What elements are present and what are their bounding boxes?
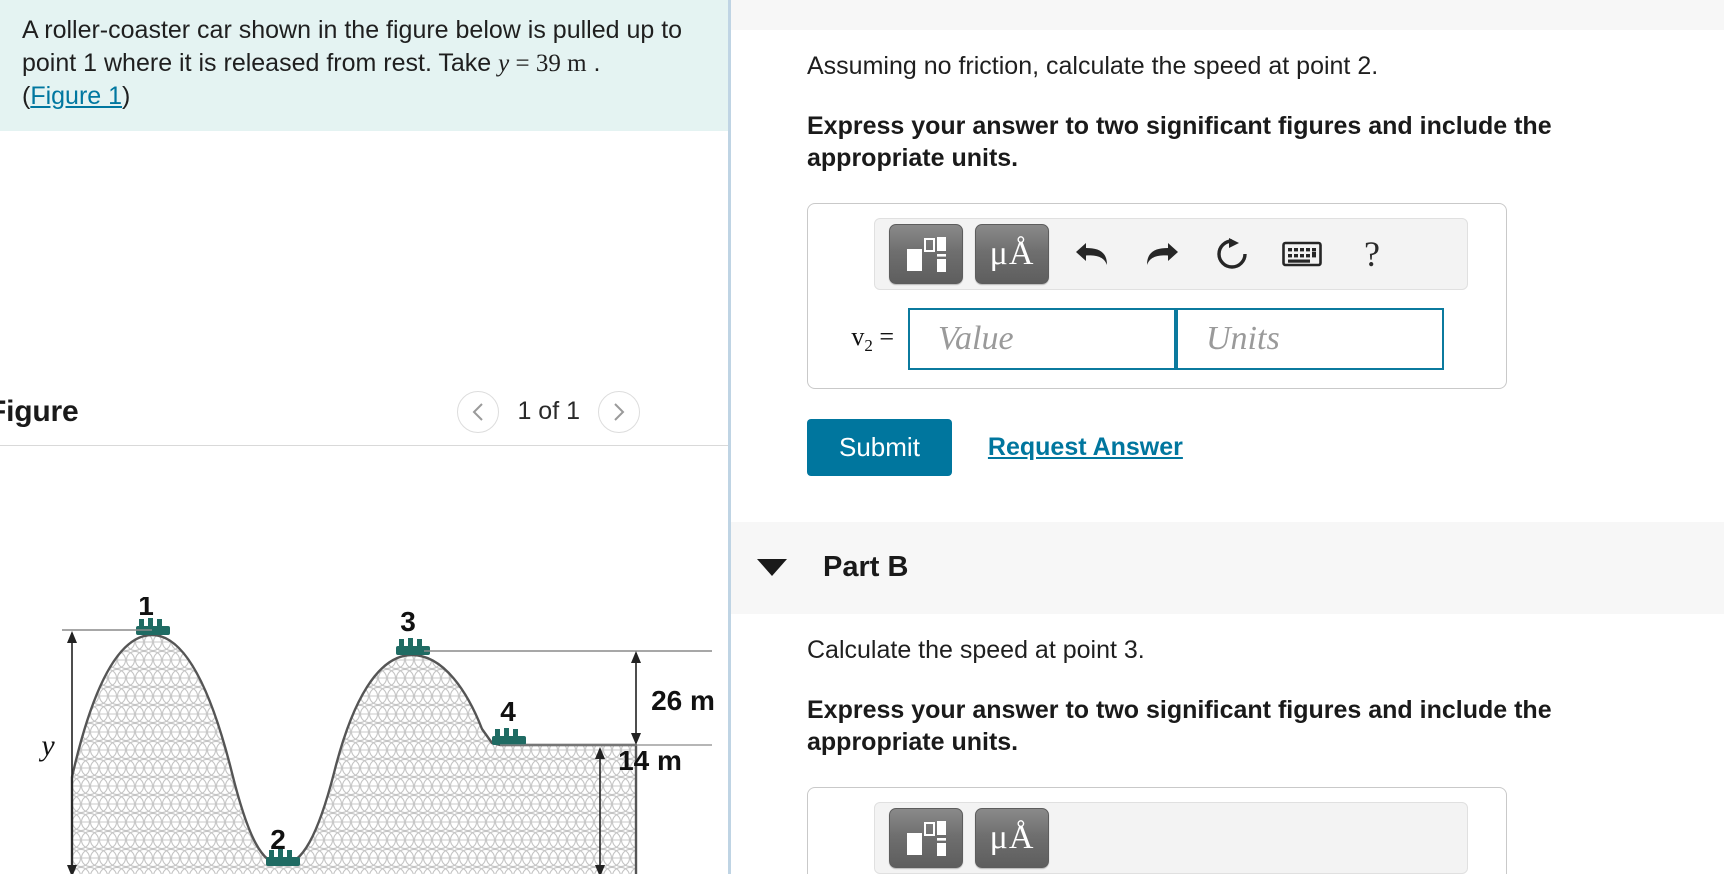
- reset-button[interactable]: [1201, 225, 1263, 283]
- part-a-answer-row: v2 = Value Units: [808, 307, 1506, 370]
- units-button-label: μÅ: [989, 234, 1035, 272]
- car-point-4: [492, 728, 526, 745]
- var-name: v: [851, 321, 865, 351]
- help-button[interactable]: ?: [1341, 225, 1403, 283]
- help-label: ?: [1364, 233, 1380, 274]
- figure-header: Figure 1 of 1: [0, 378, 728, 446]
- part-b-units-button[interactable]: μÅ: [975, 807, 1049, 868]
- part-b-header[interactable]: Part B: [731, 521, 1724, 614]
- 26m-arrow-bottom: [631, 733, 641, 745]
- dim-label-26m: 26 m: [651, 685, 715, 716]
- problem-statement: A roller-coaster car shown in the figure…: [0, 0, 728, 131]
- figure-navigation: 1 of 1: [457, 390, 640, 433]
- part-b-units-label: μÅ: [989, 818, 1035, 856]
- 26m-arrow-top: [631, 651, 641, 663]
- keyboard-button[interactable]: [1271, 225, 1333, 283]
- part-b-answer-box: μÅ: [807, 786, 1507, 874]
- figure-panel-title: Figure: [0, 394, 79, 428]
- units-placeholder: Units: [1206, 319, 1280, 357]
- terrain-path: [70, 633, 638, 874]
- problem-variable-y: y: [498, 49, 510, 77]
- undo-button[interactable]: [1061, 225, 1123, 283]
- figure-body: 1 2 3 4 y 26 m 14 m: [0, 447, 728, 874]
- submit-button[interactable]: Submit: [807, 418, 952, 476]
- chevron-down-icon[interactable]: [757, 559, 787, 577]
- problem-value: = 39: [509, 49, 568, 77]
- value-placeholder: Value: [938, 319, 1014, 357]
- figure-count-label: 1 of 1: [517, 397, 580, 425]
- keyboard-icon: [1282, 241, 1322, 267]
- problem-unit: m: [567, 49, 587, 77]
- point-label-2: 2: [270, 824, 286, 855]
- part-b-math-toolbar: μÅ: [874, 801, 1468, 874]
- car-point-3: [396, 638, 430, 655]
- problem-figure-panel: A roller-coaster car shown in the figure…: [0, 0, 728, 874]
- units-button[interactable]: μÅ: [975, 223, 1049, 284]
- figure-1-link[interactable]: Figure 1: [30, 82, 122, 110]
- figure-prev-button[interactable]: [457, 390, 500, 433]
- dim-label-14m: 14 m: [618, 745, 682, 776]
- undo-arrow-icon: [1076, 242, 1107, 265]
- answer-units-input[interactable]: Units: [1176, 307, 1444, 370]
- y-dim-label: y: [38, 729, 55, 762]
- point-label-3: 3: [400, 606, 416, 637]
- problem-period: .: [586, 48, 601, 77]
- var-equals: =: [879, 321, 894, 351]
- point-label-4: 4: [500, 696, 516, 727]
- math-template-icon: [907, 236, 946, 272]
- page-root: A roller-coaster car shown in the figure…: [0, 0, 1724, 874]
- paren-close: ): [122, 82, 131, 110]
- answer-value-input[interactable]: Value: [908, 307, 1176, 370]
- reset-circular-arrow-icon: [1217, 237, 1247, 269]
- part-a-question: Assuming no friction, calculate the spee…: [807, 52, 1379, 80]
- roller-coaster-svg: 1 2 3 4 y 26 m 14 m: [38, 590, 715, 874]
- part-b-question: Calculate the speed at point 3.: [807, 635, 1145, 664]
- part-b-title: Part B: [823, 551, 909, 584]
- chevron-left-icon: [473, 402, 484, 421]
- var-subscript: 2: [864, 335, 873, 355]
- answer-panel: Assuming no friction, calculate the spee…: [731, 0, 1724, 874]
- answer-content: Assuming no friction, calculate the spee…: [731, 30, 1724, 874]
- part-a-header-bar: [731, 0, 1724, 30]
- redo-arrow-icon: [1147, 242, 1178, 265]
- request-answer-link[interactable]: Request Answer: [988, 433, 1183, 462]
- chevron-right-icon: [614, 402, 625, 421]
- roller-coaster-diagram: 1 2 3 4 y 26 m 14 m: [0, 590, 728, 874]
- part-a-answer-box: μÅ ? v2 = Value Units: [807, 202, 1507, 389]
- figure-next-button[interactable]: [598, 390, 640, 433]
- y-arrow-top: [67, 631, 77, 643]
- part-a-actions: Submit Request Answer: [807, 418, 1724, 476]
- point-label-1: 1: [138, 597, 154, 621]
- part-b-instruction: Express your answer to two significant f…: [807, 695, 1552, 757]
- part-a-math-toolbar: μÅ ?: [874, 217, 1468, 290]
- math-template-button[interactable]: [889, 223, 963, 284]
- math-template-icon: [907, 820, 946, 856]
- redo-button[interactable]: [1131, 225, 1193, 283]
- answer-variable-label: v2 =: [830, 322, 894, 356]
- part-a-instruction: Express your answer to two significant f…: [807, 111, 1552, 173]
- part-b-math-template-button[interactable]: [889, 807, 963, 868]
